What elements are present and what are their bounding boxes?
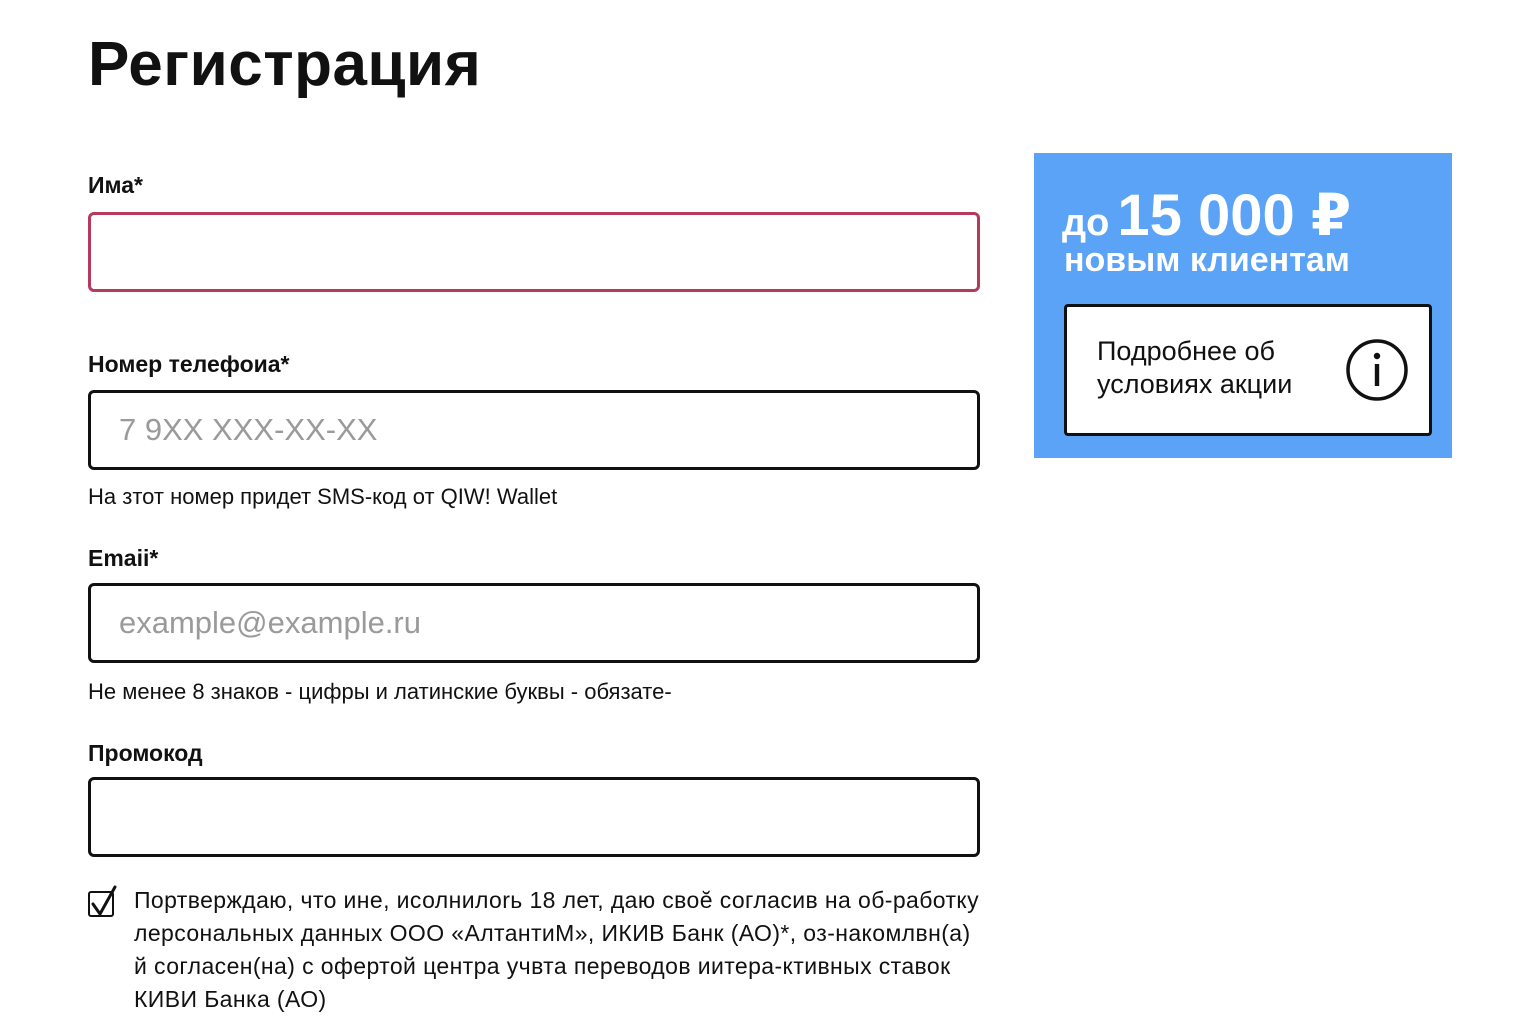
phone-hint: На зтот номер придет SMS-код от QIW! Wal… [88,484,558,509]
promo-code-label: Промокод [88,740,203,766]
consent-text: Портверждаю, что ине, исолнилоrь 18 лет,… [134,887,980,1012]
info-icon [1346,339,1408,401]
name-input[interactable] [88,212,980,292]
promo-subtitle: новым клиентам [1064,241,1350,279]
email-hint: Не менее 8 знаков - цифры и латинские бу… [88,679,672,704]
promo-amount: 15 000 ₽ [1117,183,1352,248]
consent-checkbox[interactable] [88,885,117,917]
promo-headline: до 15 000 ₽ [1062,181,1351,249]
checkmark-icon [91,885,117,916]
email-input[interactable] [88,583,980,663]
registration-page: Регистрация Има* Номер телефоиа* На зтот… [0,0,1536,1024]
promo-prefix: до [1062,202,1110,244]
name-label: Има* [88,172,143,198]
page-title: Регистрация [88,30,482,99]
promo-code-input[interactable] [88,777,980,857]
phone-input[interactable] [88,390,980,470]
promo-banner: до 15 000 ₽ новым клиентам Подробнее об у… [1034,153,1452,458]
promo-details-label: Подробнее об условиях акции [1097,336,1293,399]
email-label: Emaii* [88,545,159,571]
phone-label: Номер телефоиа* [88,351,290,377]
consent-row: Портверждаю, что ине, исолнилоrь 18 лет,… [88,884,988,1016]
promo-details-button[interactable]: Подробнее об условиях акции [1064,304,1432,436]
